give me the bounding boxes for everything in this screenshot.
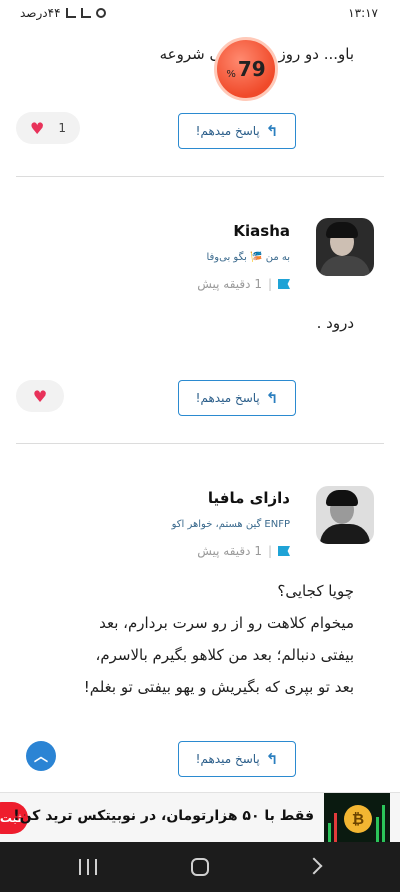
score-unit: % (226, 69, 236, 80)
reply-icon: ↰ (265, 122, 279, 140)
comment-text: درود . (316, 314, 354, 332)
ad-text[interactable]: فقط با ۵۰ هزارتومان، در نوبیتکس ترید کن! (13, 808, 314, 824)
divider (16, 176, 384, 177)
home-icon[interactable] (191, 858, 209, 876)
navigation-bar (0, 842, 400, 892)
reply-label: پاسخ میدهم! (195, 391, 260, 405)
reply-button[interactable]: ↰ پاسخ میدهم! (178, 380, 296, 416)
flag-icon[interactable] (278, 546, 290, 556)
reply-icon: ↰ (265, 389, 279, 407)
avatar[interactable] (316, 218, 374, 276)
comment-meta: | 1 دقیقه پیش (197, 277, 290, 291)
flag-icon[interactable] (278, 279, 290, 289)
like-count: 1 (58, 121, 66, 135)
comment-line: بعد تو بپری که بگیریش و یهو بیفتی تو بغل… (83, 678, 354, 696)
reply-label: پاسخ میدهم! (195, 752, 260, 766)
score-value: 79 (237, 57, 266, 81)
reply-icon: ↰ (265, 750, 279, 768)
like-button[interactable]: ♥ (16, 380, 64, 412)
status-icons: ۴۴درصد (20, 6, 106, 20)
username[interactable]: Kiasha (233, 222, 290, 240)
user-bio: ENFP گین هستم، خواهر اکو (171, 519, 290, 530)
username[interactable]: دازای مافیا (208, 489, 290, 507)
like-button[interactable]: ♥ 1 (16, 112, 80, 144)
ad-image[interactable]: ₿ (324, 793, 390, 843)
comment-meta: | 1 دقیقه پیش (197, 544, 290, 558)
time-ago: 1 دقیقه پیش (197, 277, 262, 291)
comment-text: چویا کجایی؟ میخوام کلاهت رو از رو سرت بر… (84, 575, 354, 703)
comment-line: بیفتی دنبالم؛ بعد من کلاهو بگیرم بالاسرم… (95, 646, 354, 664)
alarm-icon (95, 8, 106, 18)
signal-icon (80, 8, 91, 18)
user-bio: به من 🎏 بگو بی‌وفا (206, 252, 290, 263)
heart-icon: ♥ (30, 118, 45, 138)
comment-line: میخوام کلاهت رو از رو سرت بردارم، بعد (99, 614, 354, 632)
divider (16, 443, 384, 444)
score-badge[interactable]: % 79 (214, 37, 278, 101)
scroll-top-button[interactable]: ︿ (26, 741, 56, 771)
signal-icon (65, 8, 76, 18)
avatar[interactable] (316, 486, 374, 544)
status-bar: ۴۴درصد ۱۳:۱۷ (0, 0, 400, 26)
reply-button[interactable]: ↰ پاسخ میدهم! (178, 741, 296, 777)
bitcoin-icon: ₿ (344, 805, 372, 833)
heart-icon: ♥ (32, 386, 48, 406)
time-ago: 1 دقیقه پیش (197, 544, 262, 558)
reply-label: پاسخ میدهم! (195, 124, 260, 138)
ad-banner[interactable]: ثبت فقط با ۵۰ هزارتومان، در نوبیتکس ترید… (0, 792, 400, 843)
back-icon[interactable] (305, 857, 323, 875)
status-time: ۱۳:۱۷ (348, 6, 378, 20)
comment-line: چویا کجایی؟ (277, 582, 354, 600)
recents-icon[interactable] (79, 859, 97, 875)
battery-label: ۴۴درصد (20, 6, 61, 20)
reply-button[interactable]: ↰ پاسخ میدهم! (178, 113, 296, 149)
chevron-up-icon: ︿ (34, 749, 48, 765)
